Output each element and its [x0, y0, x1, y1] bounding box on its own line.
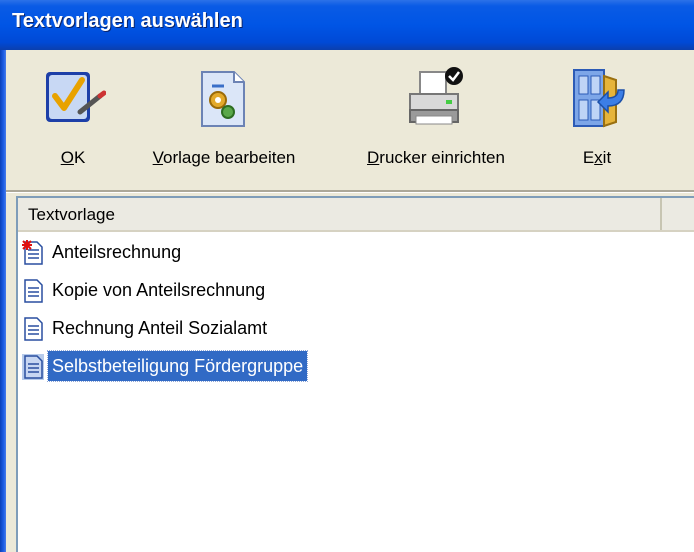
document-icon: [24, 279, 43, 303]
list-item-selected[interactable]: Selbstbeteiligung Fördergruppe: [18, 348, 694, 384]
edit-template-button[interactable]: Vorlage bearbeiten: [126, 50, 322, 182]
list-item[interactable]: Anteilsrechnung: [18, 234, 694, 270]
ok-button[interactable]: OK: [28, 50, 118, 182]
list-item[interactable]: Kopie von Anteilsrechnung: [18, 272, 694, 308]
list-item-label: Anteilsrechnung: [52, 242, 182, 262]
list-header: Textvorlage: [18, 198, 694, 232]
document-icon: [22, 354, 44, 380]
template-selection-window: Textvorlagen auswählen OK Vorlage bearbe…: [0, 0, 694, 552]
document-new-icon: [22, 240, 43, 265]
printer-setup-label: Drucker einrichten: [367, 148, 505, 167]
list-item-label: Kopie von Anteilsrechnung: [52, 280, 266, 300]
title-bar[interactable]: Textvorlagen auswählen: [0, 0, 694, 50]
list-item-label: Selbstbeteiligung Fördergruppe: [46, 350, 309, 382]
toolbar-separator: [6, 190, 694, 193]
column-header-textvorlage[interactable]: Textvorlage: [18, 198, 662, 230]
edit-template-label: Vorlage bearbeiten: [152, 148, 296, 167]
ok-check-icon: [46, 72, 106, 122]
template-list[interactable]: Textvorlage Anteilsrechnung Kopie von An…: [16, 196, 694, 552]
printer-icon: [409, 67, 463, 125]
toolbar: OK Vorlage bearbeiten Drucker einrichten…: [6, 50, 694, 190]
list-item-label: Rechnung Anteil Sozialamt: [52, 318, 268, 338]
ok-label: OK: [60, 148, 86, 167]
exit-door-icon: [573, 69, 625, 128]
document-icon: [24, 317, 43, 341]
printer-setup-button[interactable]: Drucker einrichten: [340, 50, 532, 182]
window-title: Textvorlagen auswählen: [12, 10, 243, 32]
edit-template-icon: [201, 71, 245, 127]
exit-label: Exit: [582, 148, 612, 167]
list-item[interactable]: Rechnung Anteil Sozialamt: [18, 310, 694, 346]
exit-button[interactable]: Exit: [552, 50, 642, 182]
column-header-filler[interactable]: [664, 198, 694, 230]
